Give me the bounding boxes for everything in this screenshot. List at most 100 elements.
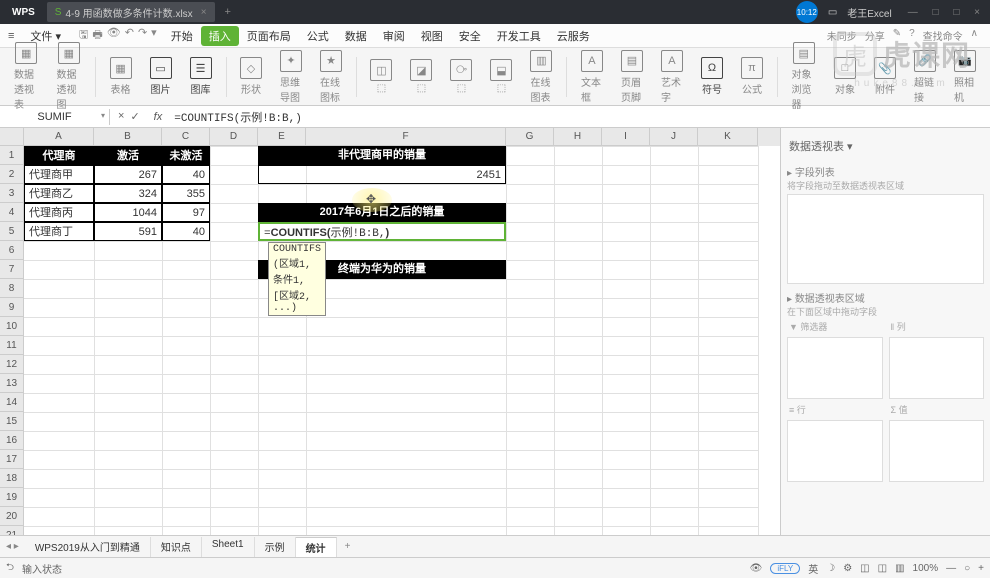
row-header-10[interactable]: 10 (0, 317, 24, 336)
sheet-area[interactable]: ABCDEFGHIJK 1234567891011121314151617181… (0, 128, 780, 535)
name-box[interactable]: SUMIF (0, 109, 110, 125)
ribbon-在线图标[interactable]: ★在线图标 (314, 48, 348, 106)
document-tab[interactable]: S 4-9 用函数做多条件计数.xlsx × (47, 2, 215, 22)
ribbon-数据透视图[interactable]: ▦数据透视图 (51, 40, 88, 113)
video-icon[interactable]: ▭ (828, 7, 837, 18)
window-min-icon[interactable]: — (902, 7, 924, 18)
qat-preview-icon[interactable]: 👁 (107, 26, 121, 45)
row-header-3[interactable]: 3 (0, 184, 24, 203)
pivot-panel-title[interactable]: 数据透视表 ▾ (787, 134, 984, 158)
status-item-0[interactable]: 英 (808, 561, 818, 576)
tab-close-icon[interactable]: × (201, 7, 207, 18)
filter-zone[interactable] (787, 337, 883, 399)
col-header-K[interactable]: K (698, 128, 758, 146)
status-item-3[interactable]: ◫ (860, 563, 869, 574)
ribbon-tab-视图[interactable]: 视图 (413, 26, 451, 46)
row-header-8[interactable]: 8 (0, 279, 24, 298)
collapse-ribbon-icon[interactable]: ∧ (971, 28, 978, 43)
qat-undo-icon[interactable]: ↶ (125, 26, 134, 45)
status-item-5[interactable]: ▥ (895, 563, 904, 574)
status-item-7[interactable]: — (946, 563, 956, 574)
ribbon-tab-云服务[interactable]: 云服务 (549, 26, 598, 46)
cell-C5[interactable]: 40 (162, 222, 210, 241)
sheet-tab-统计[interactable]: 统计 (296, 537, 337, 557)
sheet-tab-Sheet1[interactable]: Sheet1 (202, 537, 255, 557)
status-item-8[interactable]: ○ (964, 563, 970, 574)
row-header-2[interactable]: 2 (0, 165, 24, 184)
new-tab-button[interactable]: + (215, 6, 241, 18)
sheet-nav[interactable]: ◂ ▸ (0, 541, 25, 552)
ribbon-超链接[interactable]: 🔗超链接 (908, 48, 942, 106)
col-header-B[interactable]: B (94, 128, 162, 146)
help-icon[interactable]: ? (909, 28, 915, 43)
ribbon-tab-插入[interactable]: 插入 (201, 26, 239, 46)
row-header-12[interactable]: 12 (0, 355, 24, 374)
search-commands[interactable]: 查找命令 (923, 28, 963, 43)
cell-A4[interactable]: 代理商丙 (24, 203, 94, 222)
row-header-21[interactable]: 21 (0, 526, 24, 535)
values-zone[interactable] (889, 420, 985, 482)
ribbon-tab-开始[interactable]: 开始 (163, 26, 201, 46)
qat-dropdown-icon[interactable]: ▾ (151, 26, 157, 45)
row-header-14[interactable]: 14 (0, 393, 24, 412)
status-item-6[interactable]: 100% (913, 563, 939, 574)
cell-A3[interactable]: 代理商乙 (24, 184, 94, 203)
row-header-19[interactable]: 19 (0, 488, 24, 507)
ribbon-页眉页脚[interactable]: ▤页眉页脚 (615, 48, 649, 106)
row-header-9[interactable]: 9 (0, 298, 24, 317)
cell-B1[interactable]: 激活 (94, 146, 162, 165)
ribbon-形状[interactable]: ◇形状 (234, 55, 268, 98)
sync-status[interactable]: 未同步 (827, 28, 857, 43)
ribbon-图片[interactable]: ▭图片 (144, 55, 178, 98)
row-header-17[interactable]: 17 (0, 450, 24, 469)
eye-icon[interactable]: 👁 (750, 563, 763, 574)
row-header-11[interactable]: 11 (0, 336, 24, 355)
ribbon-表格[interactable]: ▦表格 (104, 55, 138, 98)
col-header-J[interactable]: J (650, 128, 698, 146)
ribbon-思维导图[interactable]: ✦思维导图 (274, 48, 308, 106)
status-item-4[interactable]: ◫ (878, 563, 887, 574)
row-header-4[interactable]: 4 (0, 203, 24, 222)
col-header-H[interactable]: H (554, 128, 602, 146)
col-header-F[interactable]: F (306, 128, 506, 146)
formula-confirm-icon[interactable]: ✓ (130, 110, 139, 123)
row-header-13[interactable]: 13 (0, 374, 24, 393)
ribbon-tab-开发工具[interactable]: 开发工具 (489, 26, 549, 46)
ribbon-⬚[interactable]: ◫⬚ (364, 57, 398, 96)
cell-E2[interactable]: 2451 (258, 165, 506, 184)
window-close-icon[interactable]: × (968, 7, 986, 18)
col-header-G[interactable]: G (506, 128, 554, 146)
edit-icon[interactable]: ✎ (893, 28, 901, 43)
row-header-20[interactable]: 20 (0, 507, 24, 526)
window-max-icon[interactable]: □ (947, 7, 965, 18)
ribbon-⬚[interactable]: ⬓⬚ (484, 57, 518, 96)
cell-B5[interactable]: 591 (94, 222, 162, 241)
add-sheet-button[interactable]: + (337, 541, 359, 552)
user-label[interactable]: 老王Excel (847, 5, 891, 20)
row-header-6[interactable]: 6 (0, 241, 24, 260)
ribbon-照相机[interactable]: 📷照相机 (948, 48, 982, 106)
cell-B3[interactable]: 324 (94, 184, 162, 203)
cell-A2[interactable]: 代理商甲 (24, 165, 94, 184)
formula-cancel-icon[interactable]: × (118, 110, 124, 123)
ribbon-tab-审阅[interactable]: 审阅 (375, 26, 413, 46)
ribbon-tab-公式[interactable]: 公式 (299, 26, 337, 46)
cell-C3[interactable]: 355 (162, 184, 210, 203)
ribbon-⬚[interactable]: ◪⬚ (404, 57, 438, 96)
ribbon-对象浏览器[interactable]: ▤对象浏览器 (785, 40, 822, 113)
cell-C4[interactable]: 97 (162, 203, 210, 222)
row-header-15[interactable]: 15 (0, 412, 24, 431)
rows-zone[interactable] (787, 420, 883, 482)
ribbon-在线图表[interactable]: ▥在线图表 (524, 48, 558, 106)
cell-C2[interactable]: 40 (162, 165, 210, 184)
cell-A5[interactable]: 代理商丁 (24, 222, 94, 241)
ribbon-⬚[interactable]: ⧂⬚ (444, 57, 478, 96)
field-list-zone[interactable] (787, 194, 984, 284)
ribbon-tab-数据[interactable]: 数据 (337, 26, 375, 46)
qat-redo-icon[interactable]: ↷ (138, 26, 147, 45)
ribbon-附件[interactable]: 📎附件 (868, 55, 902, 98)
status-item-2[interactable]: ⚙ (843, 563, 852, 574)
ribbon-符号[interactable]: Ω符号 (695, 55, 729, 98)
cell-A1[interactable]: 代理商 (24, 146, 94, 165)
col-header-E[interactable]: E (258, 128, 306, 146)
